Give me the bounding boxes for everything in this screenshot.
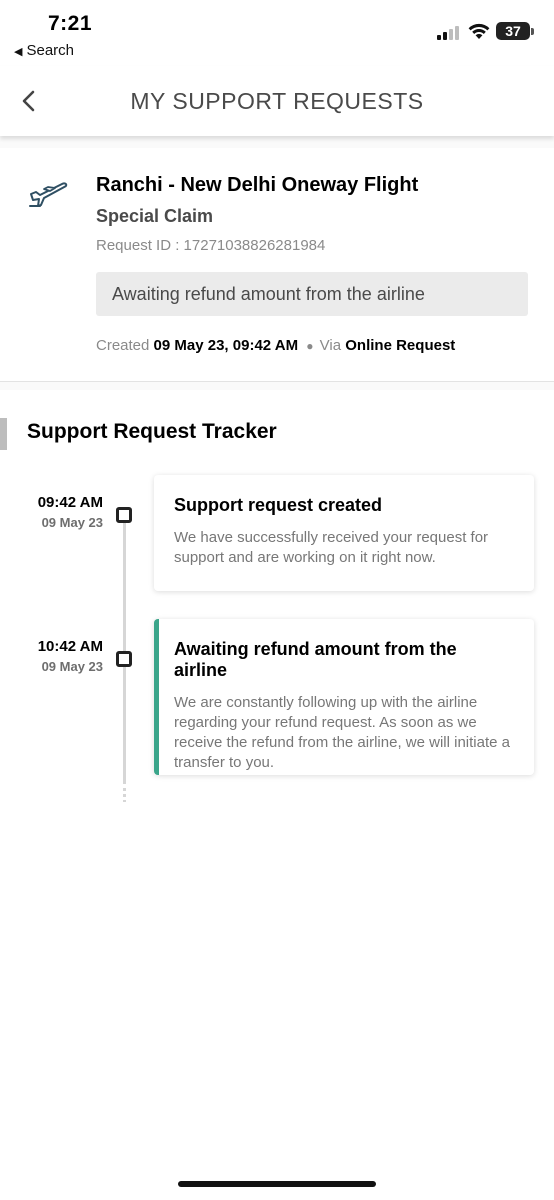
event-title: Support request created	[174, 495, 383, 515]
page-title: MY SUPPORT REQUESTS	[130, 88, 424, 114]
event-time: 10:42 AM	[37, 638, 103, 655]
support-request-tracker: Support Request Tracker 09:42 AM 09 May …	[0, 390, 554, 1152]
request-title: Ranchi - New Delhi Oneway Flight	[96, 174, 419, 196]
via-value: Online Request	[345, 337, 456, 354]
status-time: 7:21	[48, 12, 93, 35]
timeline-event-card: Support request created We have successf…	[154, 475, 534, 591]
section-accent-bar	[0, 418, 7, 450]
separator-dot: ●	[306, 339, 314, 353]
cellular-signal-icon	[437, 26, 461, 40]
created-value: 09 May 23, 09:42 AM	[153, 337, 299, 354]
app-header: MY SUPPORT REQUESTS	[0, 66, 554, 136]
event-date: 09 May 23	[41, 515, 103, 530]
timeline-node	[116, 507, 132, 523]
status-back-link[interactable]: ◀ Search	[14, 42, 74, 59]
back-triangle-icon: ◀	[14, 46, 23, 58]
request-id: Request ID : 17271038826281984	[96, 237, 326, 254]
status-back-label: Search	[26, 42, 74, 59]
tracker-title: Support Request Tracker	[27, 420, 277, 443]
request-summary-card[interactable]: Ranchi - New Delhi Oneway Flight Special…	[0, 148, 554, 382]
battery-icon: 37	[496, 22, 530, 40]
timeline-node	[116, 651, 132, 667]
event-description: We have successfully received your reque…	[174, 529, 489, 566]
bottom-area	[0, 1152, 554, 1200]
home-indicator[interactable]	[178, 1181, 376, 1187]
via-label: Via	[319, 337, 342, 354]
request-meta: Created 09 May 23, 09:42 AM ● Via Online…	[96, 337, 455, 354]
request-type: Special Claim	[96, 206, 214, 226]
event-time: 09:42 AM	[37, 494, 103, 511]
timeline-event-card-active: Awaiting refund amount from the airline …	[154, 619, 534, 775]
timeline-dashed-end	[123, 788, 126, 802]
request-status-badge: Awaiting refund amount from the airline	[96, 272, 528, 316]
wifi-icon	[468, 23, 490, 39]
event-title: Awaiting refund amount from the airline	[174, 639, 457, 680]
status-bar: 7:21 ◀ Search 37	[0, 0, 554, 66]
event-date: 09 May 23	[41, 659, 103, 674]
airplane-icon	[29, 182, 68, 207]
event-description: We are constantly following up with the …	[174, 694, 510, 771]
created-label: Created	[96, 337, 150, 354]
battery-tip	[531, 28, 534, 35]
